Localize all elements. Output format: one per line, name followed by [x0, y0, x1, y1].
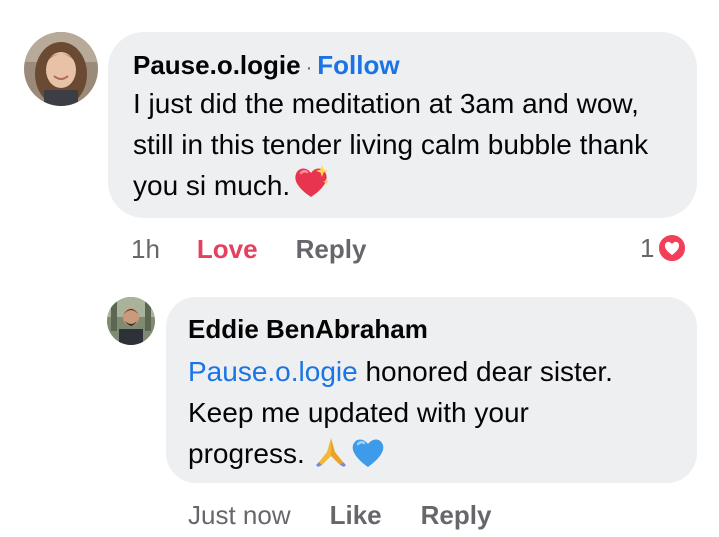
love-button[interactable]: Love — [197, 234, 258, 265]
reaction-count: 1 — [640, 232, 655, 263]
follow-button[interactable]: Follow — [317, 48, 399, 82]
like-button[interactable]: Like — [330, 500, 382, 531]
comment-author[interactable]: Pause.o.logie — [133, 48, 301, 82]
sparkling-heart-icon — [292, 163, 330, 201]
comment-actions: 1h Love Reply — [131, 230, 366, 268]
avatar-pauseologie[interactable] — [24, 32, 98, 106]
reply-author[interactable]: Eddie BenAbraham — [188, 313, 677, 345]
folded-hands-icon — [313, 434, 349, 470]
reply-text-block: Pause.o.logie honored dear sister. Keep … — [188, 351, 648, 474]
love-reaction-icon — [657, 233, 688, 263]
comment-text: I just did the meditation at 3am and wow… — [133, 88, 649, 201]
blue-heart-icon — [349, 434, 387, 470]
avatar-eddie[interactable] — [107, 297, 155, 345]
separator-dot: · — [305, 57, 313, 79]
reply-timestamp[interactable]: Just now — [188, 500, 291, 531]
comment-timestamp[interactable]: 1h — [131, 234, 160, 265]
mention-link[interactable]: Pause.o.logie — [188, 356, 358, 387]
reply-actions: Just now Like Reply — [188, 496, 491, 534]
comment-bubble: Pause.o.logie · Follow I just did the me… — [108, 32, 697, 218]
reply-button-2[interactable]: Reply — [421, 500, 492, 531]
reaction-summary[interactable]: 1 — [640, 230, 688, 266]
comment-text-block: I just did the meditation at 3am and wow… — [133, 83, 668, 207]
reply-bubble: Eddie BenAbraham Pause.o.logie honored d… — [166, 297, 697, 483]
reply-button[interactable]: Reply — [296, 234, 367, 265]
